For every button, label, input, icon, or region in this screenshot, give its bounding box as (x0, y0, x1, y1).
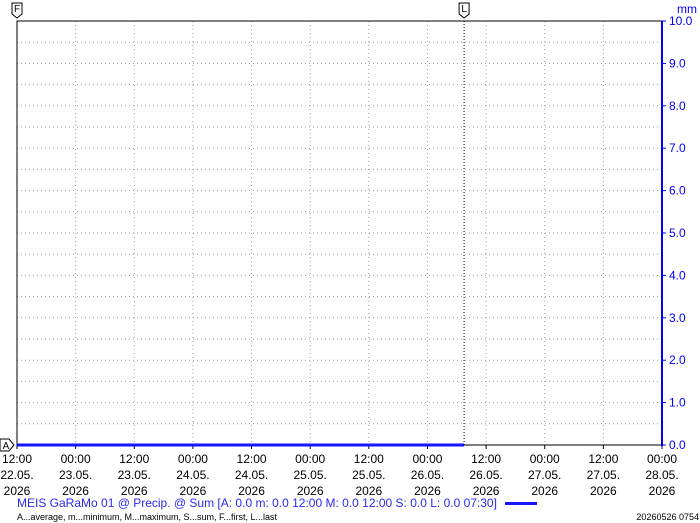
first-value-marker-letter: F (14, 4, 20, 15)
precipitation-chart: mm 0.01.02.03.04.05.06.07.08.09.010.0 12… (0, 2, 697, 495)
x-tick-year-label: 2026 (180, 484, 207, 495)
x-tick-year-label: 2026 (414, 484, 441, 495)
x-tick-date-label: 26.05. (411, 468, 444, 482)
x-tick-date-label: 22.05. (0, 468, 33, 482)
x-tick-year-label: 2026 (121, 484, 148, 495)
x-tick-time-label: 00:00 (530, 452, 560, 466)
x-tick-date-label: 25.05. (293, 468, 326, 482)
x-tick-date-label: 27.05. (528, 468, 561, 482)
series-caption: MEIS GaRaMo 01 @ Precip. @ Sum [A: 0.0 m… (17, 496, 537, 510)
x-tick-time-label: 00:00 (647, 452, 677, 466)
x-tick-date-label: 25.05. (352, 468, 385, 482)
grid (17, 21, 662, 445)
x-tick-date-label: 28.05. (645, 468, 678, 482)
y-tick-label: 9.0 (669, 56, 686, 70)
x-tick-time-label: 00:00 (178, 452, 208, 466)
x-tick-time-label: 00:00 (412, 452, 442, 466)
marker-layer: F L A (0, 2, 470, 452)
x-tick-time-label: 12:00 (237, 452, 267, 466)
axis-marker-letter: A (3, 441, 10, 452)
x-tick-date-label: 27.05. (587, 468, 620, 482)
last-value-marker-letter: L (461, 4, 467, 15)
x-axis-ticks: 12:00 22.05. 2026 00:00 23.05. 2026 12:00 23.05… (0, 445, 679, 495)
y-tick-label: 6.0 (669, 184, 686, 198)
x-tick-year-label: 2026 (355, 484, 382, 495)
x-tick-date-label: 24.05. (176, 468, 209, 482)
x-tick-time-label: 00:00 (295, 452, 325, 466)
y-tick-label: 2.0 (669, 353, 686, 367)
series-legend-swatch (504, 502, 537, 506)
x-tick-year-label: 2026 (297, 484, 324, 495)
x-tick-year-label: 2026 (4, 484, 31, 495)
x-tick-time-label: 12:00 (119, 452, 149, 466)
x-tick-date-label: 26.05. (469, 468, 502, 482)
y-tick-label: 5.0 (669, 226, 686, 240)
generation-timestamp: 20260526 0754 (636, 512, 699, 522)
x-tick-year-label: 2026 (649, 484, 676, 495)
x-tick-time-label: 12:00 (2, 452, 32, 466)
y-tick-label: 0.0 (669, 438, 686, 452)
x-tick-date-label: 23.05. (118, 468, 151, 482)
x-tick-time-label: 12:00 (471, 452, 501, 466)
y-tick-label: 4.0 (669, 268, 686, 282)
x-tick-time-label: 12:00 (354, 452, 384, 466)
abbreviation-legend: A...average, m...minimum, M...maximum, S… (17, 512, 278, 522)
y-tick-label: 10.0 (669, 14, 693, 28)
last-value-marker: L (458, 2, 470, 19)
y-tick-label: 1.0 (669, 396, 686, 410)
y-axis-ticks: 0.0 1.0 2.0 3.0 4.0 5.0 6.0 7.0 8.0 9.0 10.0 (662, 14, 693, 452)
x-tick-date-label: 24.05. (235, 468, 268, 482)
y-tick-label: 3.0 (669, 311, 686, 325)
x-tick-year-label: 2026 (238, 484, 265, 495)
x-tick-time-label: 00:00 (61, 452, 91, 466)
first-value-marker: F (11, 2, 23, 19)
x-tick-year-label: 2026 (531, 484, 558, 495)
x-tick-year-label: 2026 (473, 484, 500, 495)
series-caption-text: MEIS GaRaMo 01 @ Precip. @ Sum [A: 0.0 m… (17, 496, 497, 510)
x-tick-date-label: 23.05. (59, 468, 92, 482)
axis-marker: A (0, 438, 15, 452)
x-tick-year-label: 2026 (62, 484, 89, 495)
x-tick-year-label: 2026 (590, 484, 617, 495)
x-tick-time-label: 12:00 (588, 452, 618, 466)
y-tick-label: 7.0 (669, 141, 686, 155)
y-tick-label: 8.0 (669, 99, 686, 113)
